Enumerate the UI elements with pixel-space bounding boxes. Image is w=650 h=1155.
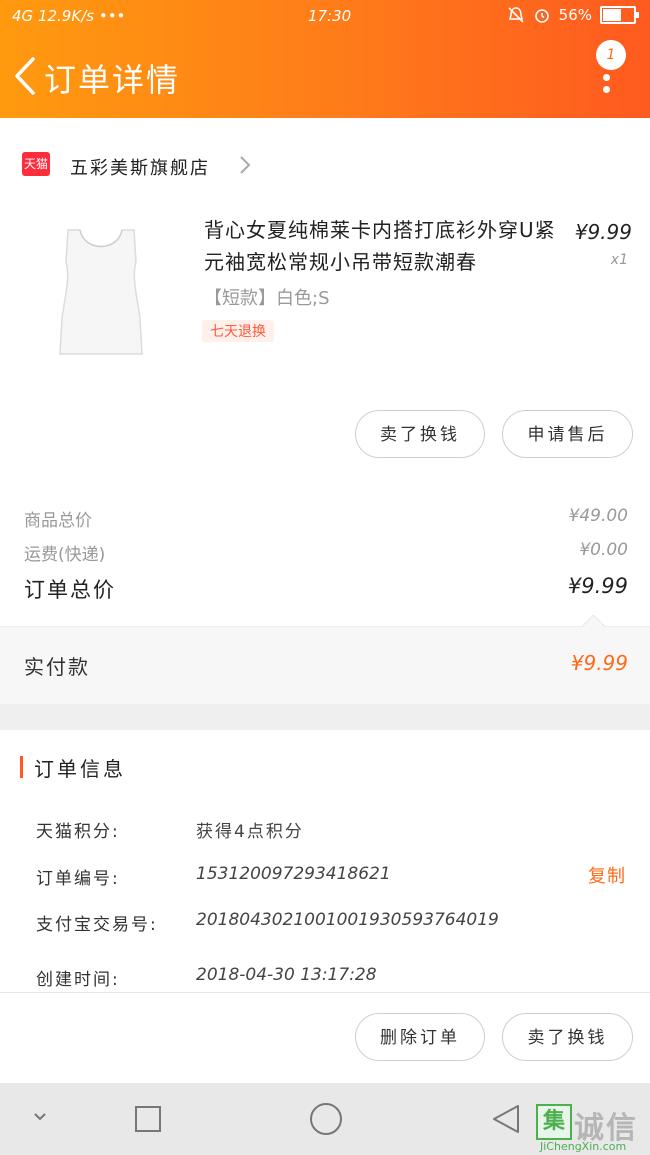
header-bar: 4G 12.9K/s ••• 17:30 56% 订单详情 1 (0, 0, 650, 118)
caret-up-icon (581, 614, 606, 639)
status-time: 17:30 (308, 7, 352, 25)
paid-amount-box: 实付款 ¥9.99 (0, 614, 650, 705)
message-badge: 1 (596, 40, 626, 70)
store-name: 五彩美斯旗舰店 (70, 158, 210, 179)
store-row[interactable]: 天猫 五彩美斯旗舰店 (0, 140, 650, 192)
product-sku: 【短款】白色;S (204, 288, 330, 309)
order-number-label: 订单编号: (36, 869, 120, 889)
back-triangle-icon[interactable] (490, 1103, 522, 1135)
points-label: 天猫积分: (36, 822, 120, 842)
mute-icon (508, 7, 524, 23)
sell-for-cash-button[interactable]: 卖了换钱 (355, 410, 485, 458)
product-quantity: x1 (610, 252, 628, 268)
order-total-value: ¥9.99 (567, 574, 628, 598)
network-speed: 12.9K/s (37, 7, 95, 25)
order-number-value: 153120097293418621 (196, 864, 391, 884)
more-dot-icon (603, 86, 610, 93)
alipay-trade-value: 2018043021001001930593764019 (196, 910, 499, 930)
footer-divider (0, 992, 650, 993)
recent-apps-icon[interactable] (134, 1105, 162, 1133)
chevron-right-icon (240, 156, 251, 174)
watermark-logo: 集 (536, 1104, 572, 1140)
chevron-left-icon (15, 57, 35, 95)
paid-label: 实付款 (24, 655, 90, 679)
shipping-label: 运费(快递) (24, 545, 106, 565)
points-value: 获得4点积分 (196, 822, 304, 842)
status-right: 56% (507, 6, 639, 24)
section-accent-bar (20, 756, 23, 778)
alarm-icon (534, 9, 549, 23)
chevron-down-icon[interactable] (32, 1111, 48, 1123)
product-image[interactable] (46, 222, 156, 362)
return-policy-badge: 七天退换 (202, 320, 274, 342)
product-price: ¥9.99 (574, 220, 632, 244)
created-time-label: 创建时间: (36, 970, 120, 990)
signal-indicator: 4G (12, 7, 34, 25)
watermark-url: JiChengXin.com (540, 1140, 627, 1153)
status-bar: 4G 12.9K/s ••• 17:30 56% (0, 0, 650, 34)
page-title: 订单详情 (44, 61, 181, 99)
section-divider (0, 704, 650, 730)
goods-total-label: 商品总价 (24, 511, 92, 531)
paid-value: ¥9.99 (570, 651, 628, 675)
status-left: 4G 12.9K/s ••• (12, 7, 125, 25)
battery-percent: 56% (558, 6, 592, 24)
goods-total-value: ¥49.00 (568, 506, 628, 526)
home-icon[interactable] (308, 1101, 344, 1137)
more-status-icon: ••• (98, 7, 126, 25)
copy-order-number-button[interactable]: 复制 (588, 862, 626, 888)
battery-icon (600, 6, 639, 24)
back-button[interactable] (8, 54, 42, 98)
order-total-label: 订单总价 (24, 578, 116, 602)
more-dot-icon (603, 74, 610, 81)
more-menu-button[interactable]: 1 (596, 40, 626, 96)
alipay-trade-label: 支付宝交易号: (36, 915, 158, 935)
tmall-logo: 天猫 (22, 152, 50, 176)
order-info-title: 订单信息 (34, 757, 126, 781)
apply-after-sale-button[interactable]: 申请售后 (502, 410, 633, 458)
created-time-value: 2018-04-30 13:17:28 (196, 965, 377, 985)
delete-order-button[interactable]: 删除订单 (355, 1013, 485, 1061)
shipping-value: ¥0.00 (579, 540, 628, 560)
sell-for-cash-footer-button[interactable]: 卖了换钱 (502, 1013, 633, 1061)
product-title[interactable]: 背心女夏纯棉莱卡内搭打底衫外穿U紧元袖宽松常规小吊带短款潮春 (204, 214, 564, 278)
